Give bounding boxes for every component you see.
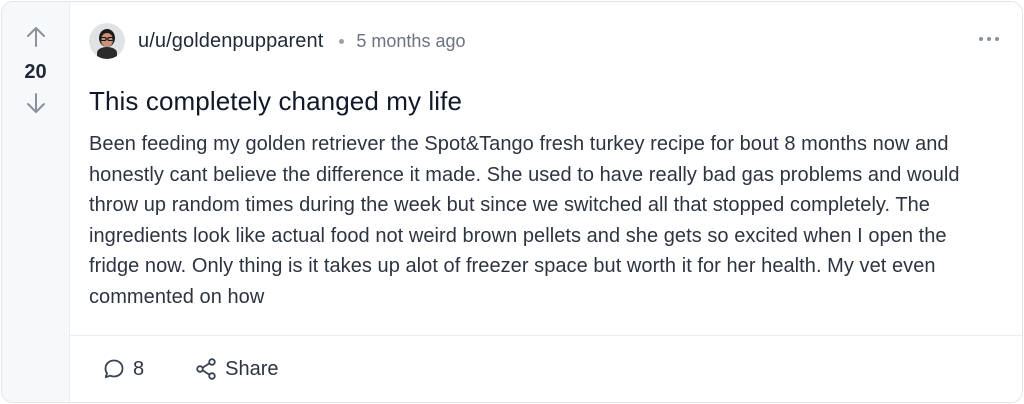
- share-label: Share: [225, 357, 279, 380]
- post-header: u/u/goldenpupparent 5 months ago: [70, 21, 1022, 61]
- post-title[interactable]: This completely changed my life: [89, 85, 1022, 117]
- separator-dot: [339, 38, 345, 44]
- vote-column: 20: [2, 2, 70, 402]
- more-horizontal-icon: [979, 37, 999, 41]
- post-card: 20 u/u/goldenpupparent 5 months ago This…: [1, 1, 1023, 403]
- username-link[interactable]: u/u/goldenpupparent: [138, 30, 323, 53]
- post-footer: 8 Share: [70, 335, 1022, 402]
- arrow-down-icon: [26, 93, 45, 113]
- arrow-up-icon: [26, 27, 45, 47]
- comments-count: 8: [133, 357, 145, 380]
- share-button[interactable]: Share: [194, 357, 279, 381]
- post-body: Been feeding my golden retriever the Spo…: [89, 133, 960, 308]
- post-content: u/u/goldenpupparent 5 months ago This co…: [70, 2, 1022, 402]
- upvote-button[interactable]: [21, 22, 51, 52]
- avatar[interactable]: [89, 23, 125, 59]
- comments-button[interactable]: 8: [102, 357, 144, 381]
- more-options-button[interactable]: [976, 28, 1002, 50]
- post-timestamp: 5 months ago: [356, 30, 466, 51]
- downvote-button[interactable]: [21, 88, 51, 118]
- comment-icon: [104, 359, 124, 379]
- share-icon: [196, 358, 216, 380]
- vote-count: 20: [24, 61, 47, 83]
